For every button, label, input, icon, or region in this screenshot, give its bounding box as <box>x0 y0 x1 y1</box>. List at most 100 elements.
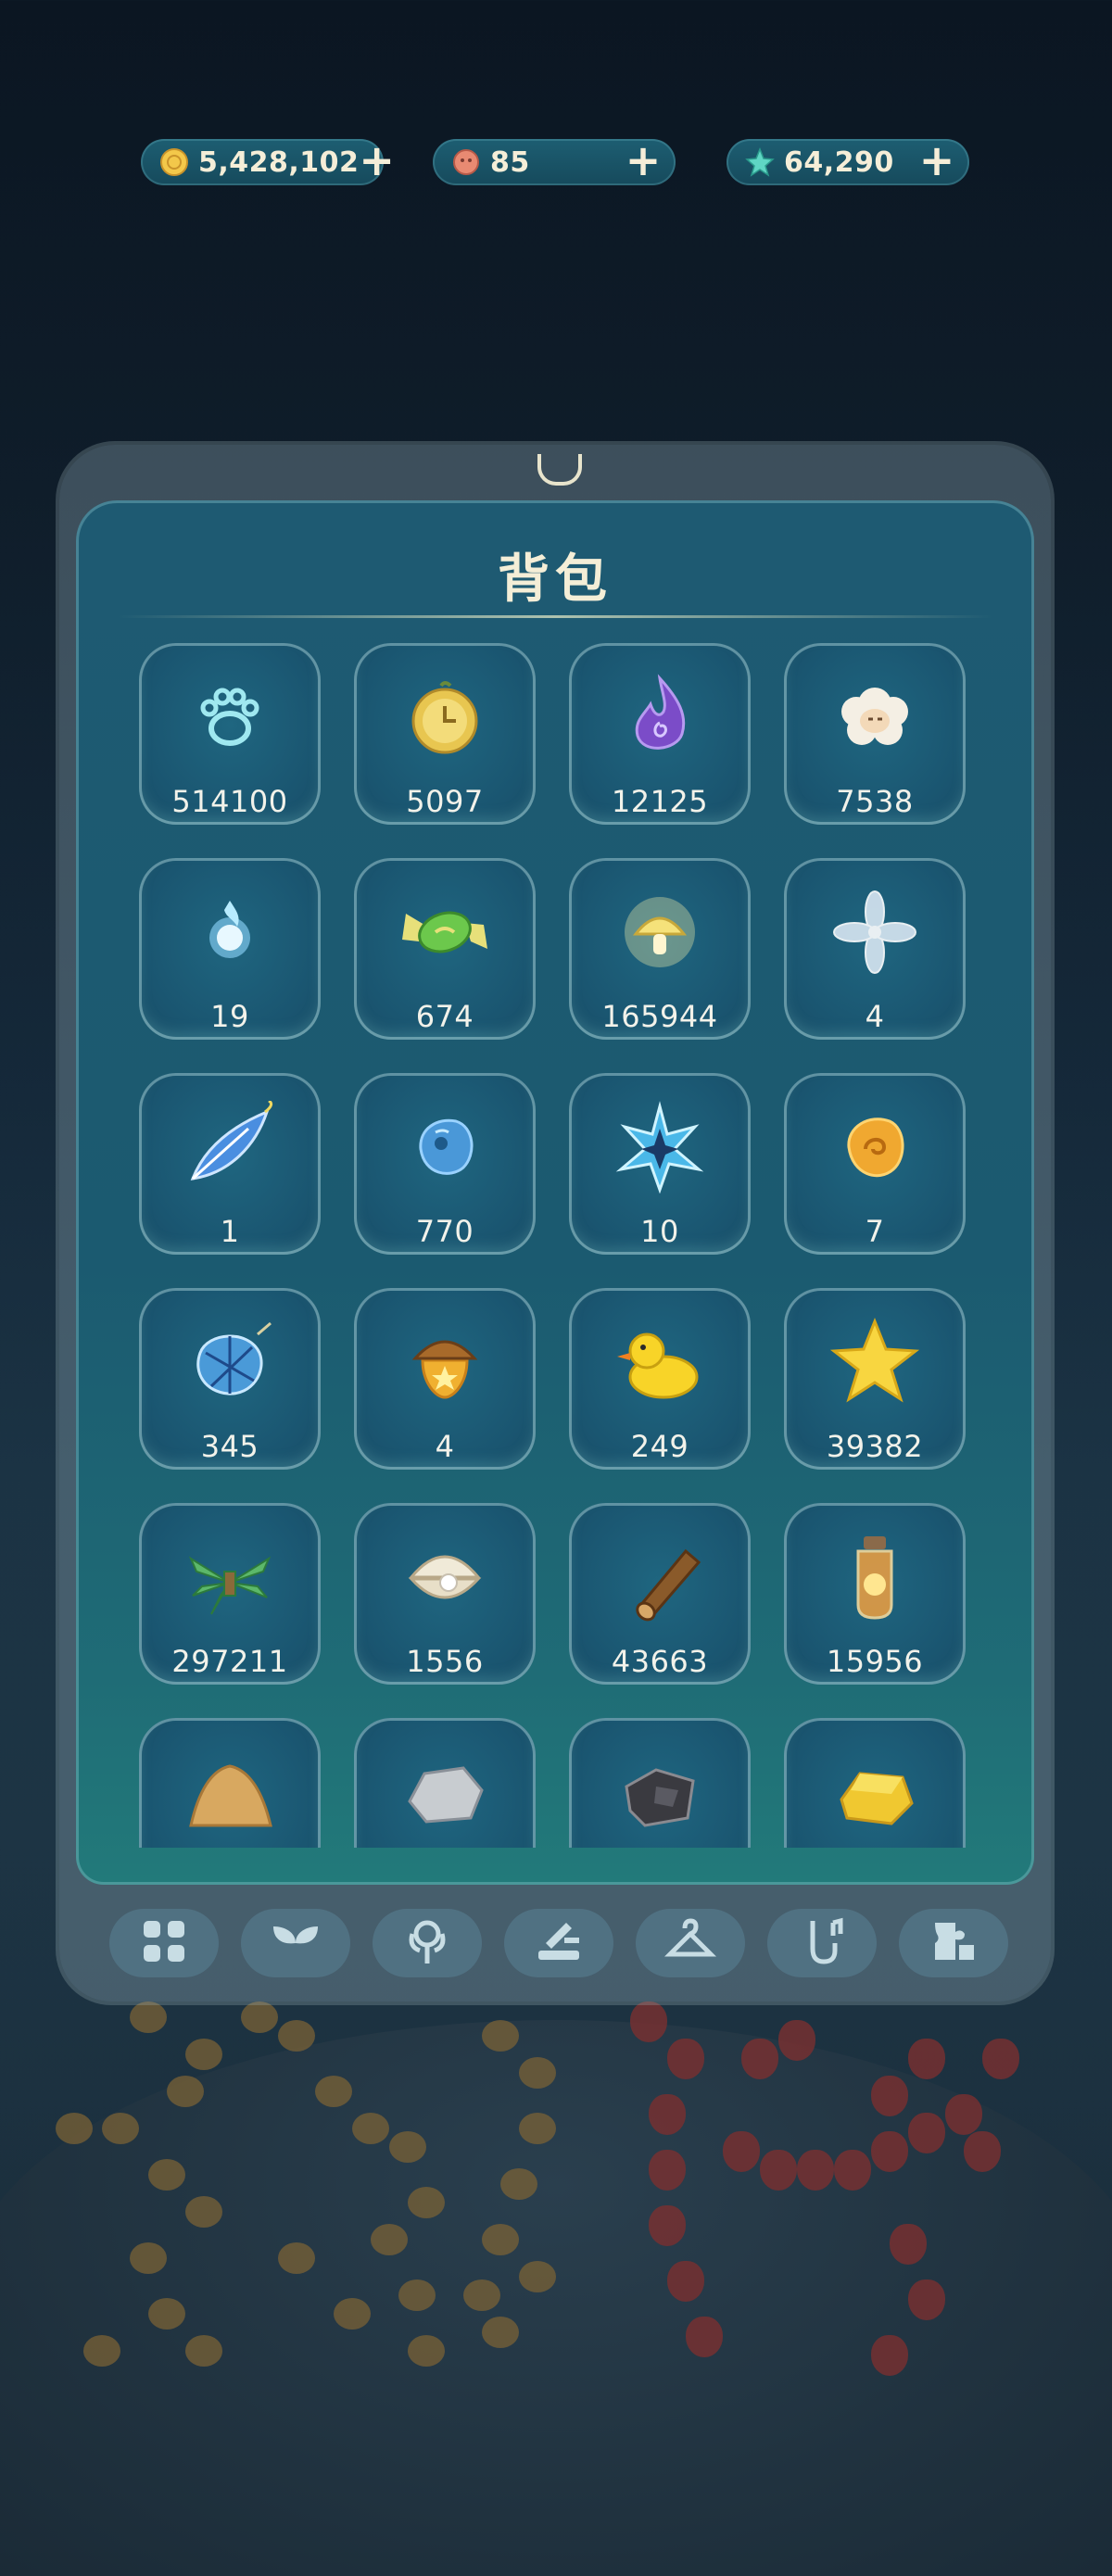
decor-berry <box>834 2150 871 2191</box>
item-count: 1 <box>220 1214 240 1249</box>
glowing-mushroom-icon <box>613 886 706 979</box>
decor-coin <box>408 2335 445 2367</box>
tab-flower[interactable] <box>373 1909 482 1977</box>
decor-coin <box>167 2076 204 2107</box>
decor-berry <box>667 2039 704 2079</box>
amber-stone-icon <box>828 1101 921 1193</box>
item-slot[interactable]: 674 <box>354 858 536 1040</box>
decor-berry <box>649 2205 686 2246</box>
tab-misc[interactable] <box>899 1909 1008 1977</box>
add-coin-button[interactable]: + <box>359 139 395 182</box>
decor-berry <box>630 2001 667 2042</box>
decor-coin <box>83 2335 120 2367</box>
item-count: 165944 <box>601 999 718 1034</box>
item-count: 297211 <box>171 1644 288 1679</box>
item-slot[interactable]: 1 <box>139 1073 321 1255</box>
stone-icon <box>398 1746 491 1838</box>
sand-pile-icon <box>183 1746 276 1838</box>
decor-berry <box>778 2020 815 2061</box>
item-slot[interactable]: 19 <box>139 858 321 1040</box>
item-count: 10 <box>640 1214 679 1249</box>
tab-plants[interactable] <box>241 1909 350 1977</box>
purple-flame-icon <box>613 671 706 764</box>
blue-slime-gem-icon <box>398 1101 491 1193</box>
item-slot[interactable]: 4 <box>784 858 966 1040</box>
item-slot[interactable]: 297211 <box>139 1503 321 1685</box>
iron-ore-icon <box>613 1746 706 1838</box>
item-slot[interactable]: 7 <box>784 1073 966 1255</box>
item-count: 12125 <box>611 784 709 819</box>
firefly-jar-icon <box>828 1531 921 1623</box>
decor-coin <box>185 2039 222 2070</box>
add-token-button[interactable]: + <box>624 139 663 182</box>
blue-spirit-orb-icon <box>183 886 276 979</box>
gold-ingot-icon <box>828 1746 921 1838</box>
item-slot[interactable]: 1556 <box>354 1503 536 1685</box>
token-value: 85 <box>490 145 530 179</box>
item-slot[interactable] <box>569 1718 751 1848</box>
decor-berry <box>908 2039 945 2079</box>
decor-coin <box>278 2242 315 2274</box>
frame-ornament <box>537 454 582 486</box>
yellow-star-icon <box>828 1316 921 1408</box>
decor-coin <box>315 2076 352 2107</box>
fishing-net-icon <box>183 1316 276 1408</box>
decor-coin <box>500 2168 537 2200</box>
crystal-flower-icon <box>828 886 921 979</box>
tab-tools[interactable] <box>504 1909 613 1977</box>
item-slot[interactable] <box>354 1718 536 1848</box>
item-slot[interactable]: 12125 <box>569 643 751 825</box>
decor-coin <box>148 2159 185 2191</box>
green-candy-icon <box>398 886 491 979</box>
item-slot[interactable]: 770 <box>354 1073 536 1255</box>
decor-berry <box>871 2131 908 2172</box>
item-slot[interactable]: 5097 <box>354 643 536 825</box>
decor-berry <box>982 2039 1019 2079</box>
decor-coin <box>482 2224 519 2255</box>
item-slot[interactable]: 39382 <box>784 1288 966 1470</box>
category-tabs <box>109 1909 1008 1977</box>
tab-music[interactable] <box>767 1909 877 1977</box>
token-currency: 85 + <box>433 139 676 185</box>
item-slot[interactable]: 4 <box>354 1288 536 1470</box>
backpack-panel: 背包 514100 5097 12125 7538 19 674 165944 4 1 770 10… <box>76 500 1034 1885</box>
item-count: 7 <box>865 1214 885 1249</box>
item-slot[interactable]: 514100 <box>139 643 321 825</box>
decor-coin <box>130 2242 167 2274</box>
golden-clock-icon <box>398 671 491 764</box>
pink-token-icon <box>451 147 481 177</box>
page-title: 背包 <box>498 549 613 610</box>
decor-berry <box>797 2150 834 2191</box>
decor-berry <box>741 2039 778 2079</box>
item-grid[interactable]: 514100 5097 12125 7538 19 674 165944 4 1 770 10 7 34… <box>139 643 973 1848</box>
title-divider <box>117 615 993 618</box>
item-slot[interactable]: 345 <box>139 1288 321 1470</box>
add-gem-button[interactable]: + <box>917 139 956 182</box>
decor-berry <box>908 2113 945 2153</box>
tools-icon <box>533 1915 585 1971</box>
tab-all[interactable] <box>109 1909 219 1977</box>
decor-coin <box>102 2113 139 2144</box>
tab-clothing[interactable] <box>636 1909 745 1977</box>
item-slot[interactable] <box>139 1718 321 1848</box>
decor-coin <box>482 2317 519 2348</box>
puzzle-icon <box>928 1915 979 1971</box>
item-count: 1556 <box>406 1644 484 1679</box>
blue-feather-icon <box>183 1099 276 1193</box>
item-count: 514100 <box>171 784 288 819</box>
item-slot[interactable]: 165944 <box>569 858 751 1040</box>
item-slot[interactable]: 43663 <box>569 1503 751 1685</box>
item-slot[interactable]: 249 <box>569 1288 751 1470</box>
item-slot[interactable] <box>784 1718 966 1848</box>
decor-coin <box>278 2020 315 2052</box>
item-slot[interactable]: 10 <box>569 1073 751 1255</box>
item-slot[interactable]: 15956 <box>784 1503 966 1685</box>
item-count: 15956 <box>826 1644 924 1679</box>
decor-berry <box>649 2094 686 2135</box>
item-count: 7538 <box>836 784 914 819</box>
decor-berry <box>908 2279 945 2320</box>
pearl-shell-icon <box>398 1531 491 1623</box>
item-slot[interactable]: 7538 <box>784 643 966 825</box>
paw-print-icon <box>183 671 276 764</box>
decor-coin <box>519 2261 556 2292</box>
